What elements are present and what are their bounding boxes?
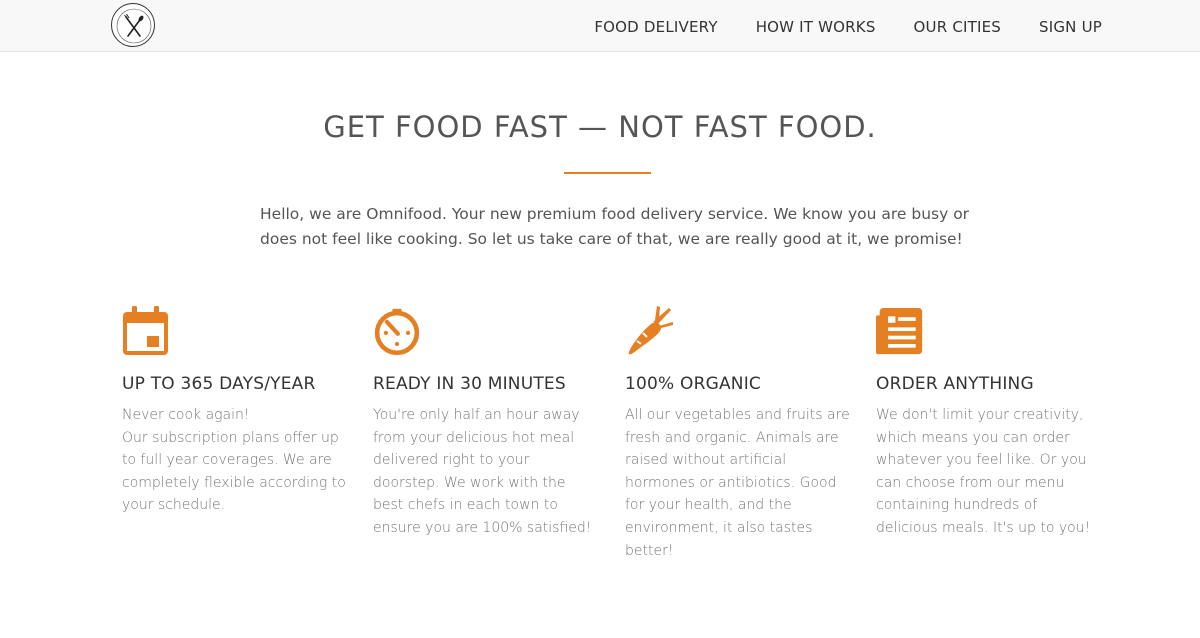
- feature-item: 100% ORGANIC All our vegetables and frui…: [625, 306, 850, 562]
- feature-item: ORDER ANYTHING We don't limit your creat…: [876, 306, 1101, 540]
- navbar: FOOD DELIVERY HOW IT WORKS OUR CITIES SI…: [0, 0, 1200, 52]
- feature-text: All our vegetables and fruits are fresh …: [625, 407, 850, 559]
- fork-knife-logo-icon[interactable]: [111, 3, 155, 47]
- features-section: UP TO 365 DAYS/YEAR Never cook again! Our…: [0, 306, 1200, 606]
- feature-title: UP TO 365 DAYS/YEAR: [122, 374, 316, 394]
- main-nav: FOOD DELIVERY HOW IT WORKS OUR CITIES SI…: [556, 0, 1102, 52]
- feature-title: 100% ORGANIC: [625, 374, 762, 394]
- feature-text: Never cook again! Our subscription plans …: [122, 407, 346, 514]
- feature-title: READY IN 30 MINUTES: [373, 374, 566, 394]
- feature-text: You're only half an hour away from your …: [373, 407, 592, 536]
- nav-link-sign-up[interactable]: SIGN UP: [1039, 18, 1102, 36]
- nav-link-how-it-works[interactable]: HOW IT WORKS: [756, 18, 876, 36]
- document-icon: [876, 308, 923, 355]
- feature-item: READY IN 30 MINUTES You're only half an …: [373, 306, 598, 540]
- feature-text: We don't limit your creativity, which me…: [876, 407, 1091, 536]
- intro-paragraph: Hello, we are Omnifood. Your new premium…: [260, 205, 970, 248]
- title-divider: [564, 172, 651, 174]
- stopwatch-icon: [374, 308, 420, 356]
- feature-item: UP TO 365 DAYS/YEAR Never cook again! Our…: [122, 306, 347, 517]
- section-title: GET FOOD FAST — NOT FAST FOOD.: [323, 110, 877, 144]
- calendar-icon: [123, 306, 168, 355]
- nav-link-our-cities[interactable]: OUR CITIES: [914, 18, 1001, 36]
- feature-title: ORDER ANYTHING: [876, 374, 1034, 394]
- carrot-icon: [628, 306, 673, 355]
- nav-link-food-delivery[interactable]: FOOD DELIVERY: [594, 18, 717, 36]
